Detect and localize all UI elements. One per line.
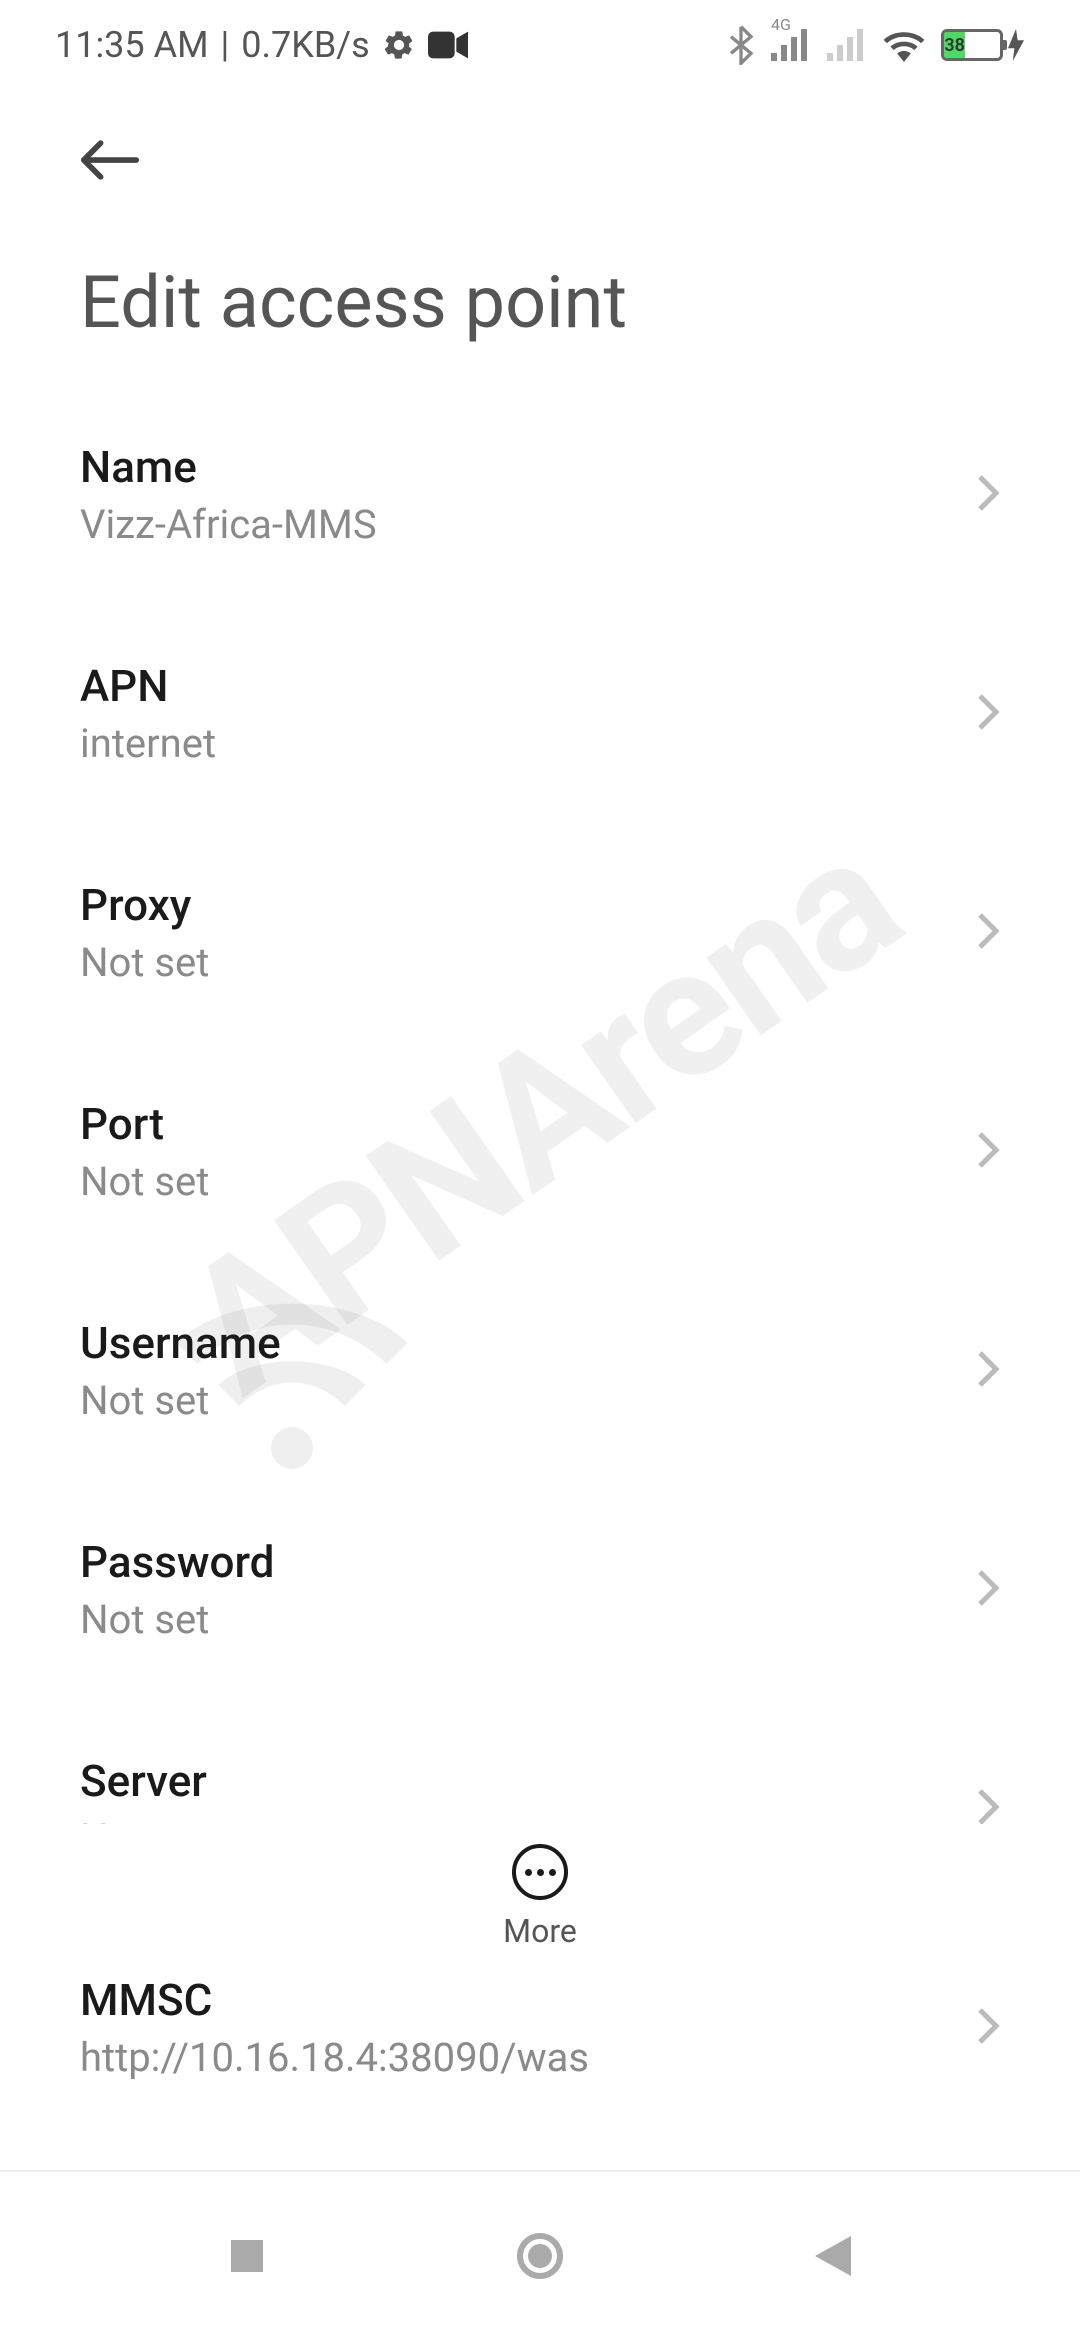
setting-label: MMSC [80, 1974, 589, 2026]
setting-value: http://10.16.18.4:38090/was [80, 2034, 589, 2081]
setting-mms-proxy[interactable]: MMS proxy 10.16.18.77 [0, 2137, 1080, 2140]
setting-label: Password [80, 1536, 274, 1588]
setting-value: Not set [80, 1377, 281, 1424]
more-button[interactable]: More [0, 1824, 1080, 1950]
nav-back-button[interactable] [803, 2226, 863, 2286]
back-button[interactable] [80, 130, 140, 190]
setting-label: Proxy [80, 879, 209, 931]
triangle-left-icon [815, 2236, 851, 2276]
setting-label: Server [80, 1755, 209, 1807]
status-divider: | [221, 24, 230, 66]
signal-4g-icon: 4G [771, 29, 811, 61]
status-time: 11:35 AM [55, 24, 209, 66]
setting-label: Name [80, 441, 377, 493]
arrow-left-icon [80, 140, 140, 180]
status-speed: 0.7KB/s [241, 24, 369, 66]
setting-value: internet [80, 720, 216, 767]
more-label: More [503, 1912, 577, 1950]
setting-username[interactable]: Username Not set [0, 1261, 1080, 1480]
chevron-right-icon [976, 1349, 1000, 1393]
battery-indicator: 38 [941, 29, 1025, 61]
chevron-right-icon [976, 473, 1000, 517]
setting-value: Not set [80, 1596, 274, 1643]
battery-level: 38 [944, 32, 965, 58]
status-left: 11:35 AM | 0.7KB/s [55, 24, 468, 66]
setting-value: Not set [80, 939, 209, 986]
status-right: 4G ✕ 38 [727, 25, 1025, 65]
more-icon [512, 1844, 568, 1900]
status-bar: 11:35 AM | 0.7KB/s 4G ✕ 38 [0, 0, 1080, 90]
setting-label: APN [80, 660, 216, 712]
setting-apn[interactable]: APN internet [0, 604, 1080, 823]
video-icon [428, 31, 468, 59]
chevron-right-icon [976, 1130, 1000, 1174]
setting-label: Username [80, 1317, 281, 1369]
setting-name[interactable]: Name Vizz-Africa-MMS [0, 385, 1080, 604]
setting-mmsc[interactable]: MMSC http://10.16.18.4:38090/was [0, 1918, 1080, 2137]
setting-label: Port [80, 1098, 209, 1150]
nav-recent-button[interactable] [217, 2226, 277, 2286]
setting-value: Vizz-Africa-MMS [80, 501, 377, 548]
chevron-right-icon [976, 692, 1000, 736]
setting-value: Not set [80, 1158, 209, 1205]
setting-proxy[interactable]: Proxy Not set [0, 823, 1080, 1042]
page-title: Edit access point [0, 210, 1080, 385]
chevron-right-icon [976, 2006, 1000, 2050]
chevron-right-icon [976, 1568, 1000, 1612]
system-nav-bar [0, 2170, 1080, 2340]
nav-home-button[interactable] [510, 2226, 570, 2286]
square-icon [227, 2236, 267, 2276]
chevron-right-icon [976, 911, 1000, 955]
charging-icon [1007, 29, 1025, 61]
setting-port[interactable]: Port Not set [0, 1042, 1080, 1261]
bluetooth-icon [727, 25, 755, 65]
circle-icon [516, 2232, 564, 2280]
wifi-icon [883, 28, 925, 62]
signal-nosim-icon: ✕ [827, 29, 867, 61]
setting-password[interactable]: Password Not set [0, 1480, 1080, 1699]
svg-text:✕: ✕ [827, 58, 844, 61]
gear-icon [382, 28, 416, 62]
